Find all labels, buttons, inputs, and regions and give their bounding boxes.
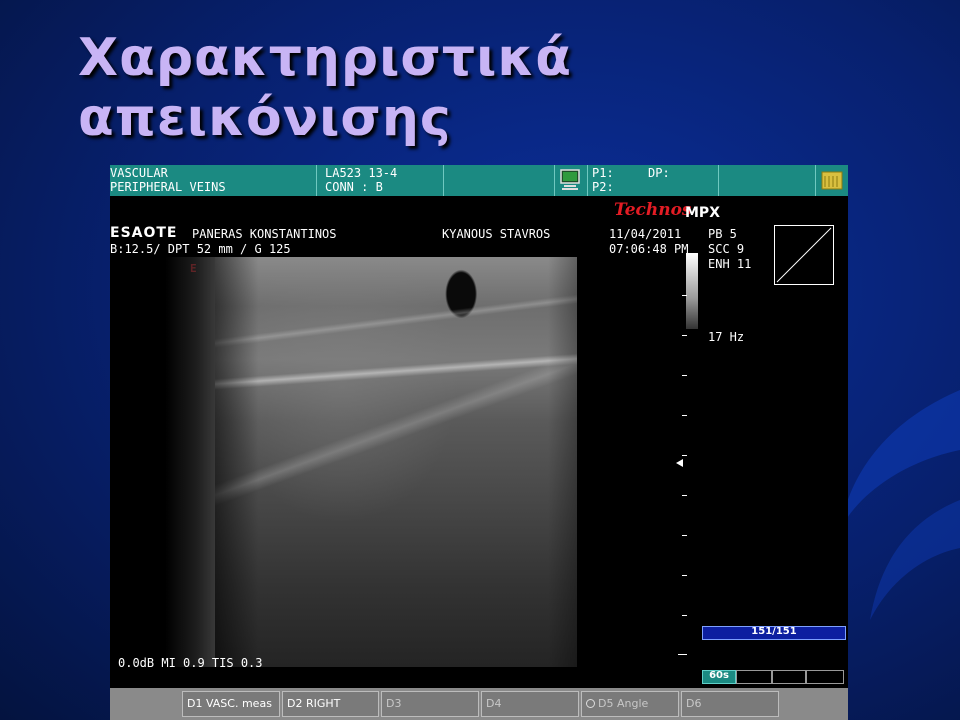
connector-label: CONN : B bbox=[325, 180, 383, 194]
p2-label: P2: bbox=[592, 180, 614, 194]
grayscale-bar bbox=[686, 253, 698, 329]
scan-edge bbox=[165, 257, 217, 667]
p1-label: P1: bbox=[592, 166, 614, 180]
enh-value: ENH 11 bbox=[708, 257, 752, 271]
softkey-d2[interactable]: D2 RIGHT bbox=[282, 691, 379, 717]
header-empty-cell-2 bbox=[719, 165, 816, 196]
cine-slot-3[interactable] bbox=[806, 670, 844, 684]
probe-cell[interactable]: LA523 13-4 CONN : B bbox=[317, 165, 444, 196]
monitor-button[interactable] bbox=[555, 165, 588, 196]
softkey-d6[interactable]: D6 bbox=[681, 691, 779, 717]
frame-rate: 17 Hz bbox=[708, 330, 745, 344]
softkey-d4[interactable]: D4 bbox=[481, 691, 579, 717]
header-empty-cell bbox=[444, 165, 555, 196]
probe-label: LA523 13-4 bbox=[325, 166, 398, 180]
cine-slot-1[interactable] bbox=[736, 670, 772, 684]
mpx-logo: MPX bbox=[685, 205, 720, 221]
radio-dot-icon bbox=[586, 699, 595, 708]
output-power-line: 0.0dB MI 0.9 TIS 0.3 bbox=[118, 656, 263, 670]
ultrasound-screen: VASCULAR PERIPHERAL VEINS LA523 13-4 CON… bbox=[110, 165, 848, 720]
header-bar: VASCULAR PERIPHERAL VEINS LA523 13-4 CON… bbox=[110, 165, 848, 196]
folder-icon bbox=[821, 171, 843, 190]
exam-date: 11/04/2011 bbox=[609, 227, 682, 241]
softkey-d6-label: D6 bbox=[686, 697, 702, 710]
softkey-d1[interactable]: D1 VASC. meas bbox=[182, 691, 280, 717]
patient-name: KYANOUS STAVROS bbox=[442, 227, 551, 241]
focus-marker bbox=[676, 459, 683, 467]
exam-type: VASCULAR bbox=[110, 166, 168, 180]
slide-title: Χαρακτηριστικά απεικόνισης bbox=[78, 28, 573, 148]
cine-duration-button[interactable]: 60s bbox=[702, 670, 736, 684]
postprocessing-curve bbox=[774, 225, 834, 285]
esaote-brand: ESAOTE bbox=[110, 225, 178, 241]
softkey-d3-label: D3 bbox=[386, 697, 402, 710]
dp-label: DP: bbox=[648, 166, 670, 180]
exam-time: 07:06:48 PM bbox=[609, 242, 689, 256]
print-settings-cell[interactable]: P1: DP: P2: bbox=[588, 165, 719, 196]
monitor-icon bbox=[560, 169, 580, 190]
softkey-d3[interactable]: D3 bbox=[381, 691, 479, 717]
cine-counter: 151/151 bbox=[702, 626, 846, 640]
softkey-d5-label: D5 Angle bbox=[598, 697, 649, 710]
technos-logo: Technos bbox=[614, 200, 692, 220]
cine-duration-label: 60s bbox=[709, 670, 729, 681]
cine-slot-2[interactable] bbox=[772, 670, 806, 684]
cine-counter-label: 151/151 bbox=[751, 626, 797, 637]
pb-value: PB 5 bbox=[708, 227, 737, 241]
ultrasound-image bbox=[215, 257, 577, 667]
softkey-d5[interactable]: D5 Angle bbox=[581, 691, 679, 717]
imaging-params: B:12.5/ DPT 52 mm / G 125 bbox=[110, 242, 291, 256]
softkey-d2-label: D2 RIGHT bbox=[287, 697, 341, 710]
archive-button[interactable] bbox=[816, 165, 848, 196]
softkey-bar: D1 VASC. meas D2 RIGHT D3 D4 D5 Angle D6 bbox=[110, 688, 848, 720]
exam-subtype: PERIPHERAL VEINS bbox=[110, 180, 226, 194]
scc-value: SCC 9 bbox=[708, 242, 745, 256]
exam-preset-cell[interactable]: VASCULAR PERIPHERAL VEINS bbox=[110, 165, 317, 196]
operator-name: PANERAS KONSTANTINOS bbox=[192, 227, 337, 241]
softkey-d4-label: D4 bbox=[486, 697, 502, 710]
softkey-d1-label: D1 VASC. meas bbox=[187, 697, 272, 710]
